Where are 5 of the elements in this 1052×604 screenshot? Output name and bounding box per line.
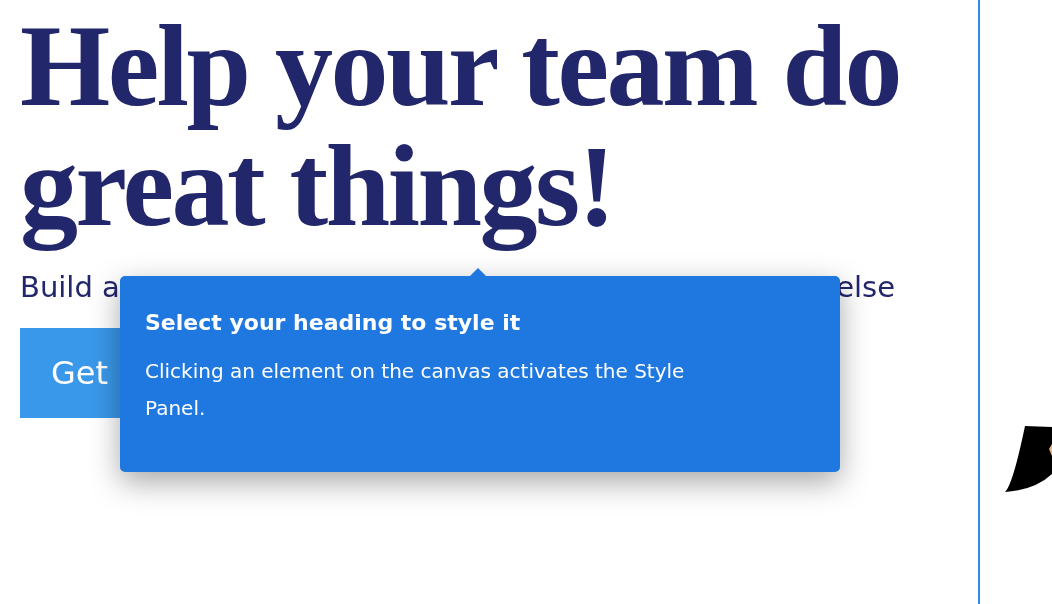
hero-heading: Help your team do	[20, 8, 902, 128]
hero-subtitle: else	[836, 270, 895, 304]
hero-subtitle: Build a	[20, 270, 120, 304]
tooltip-title: Select your heading to style it	[145, 310, 522, 335]
tooltip-body: Clicking an element on the canvas activates the Style Panel.	[145, 358, 686, 422]
